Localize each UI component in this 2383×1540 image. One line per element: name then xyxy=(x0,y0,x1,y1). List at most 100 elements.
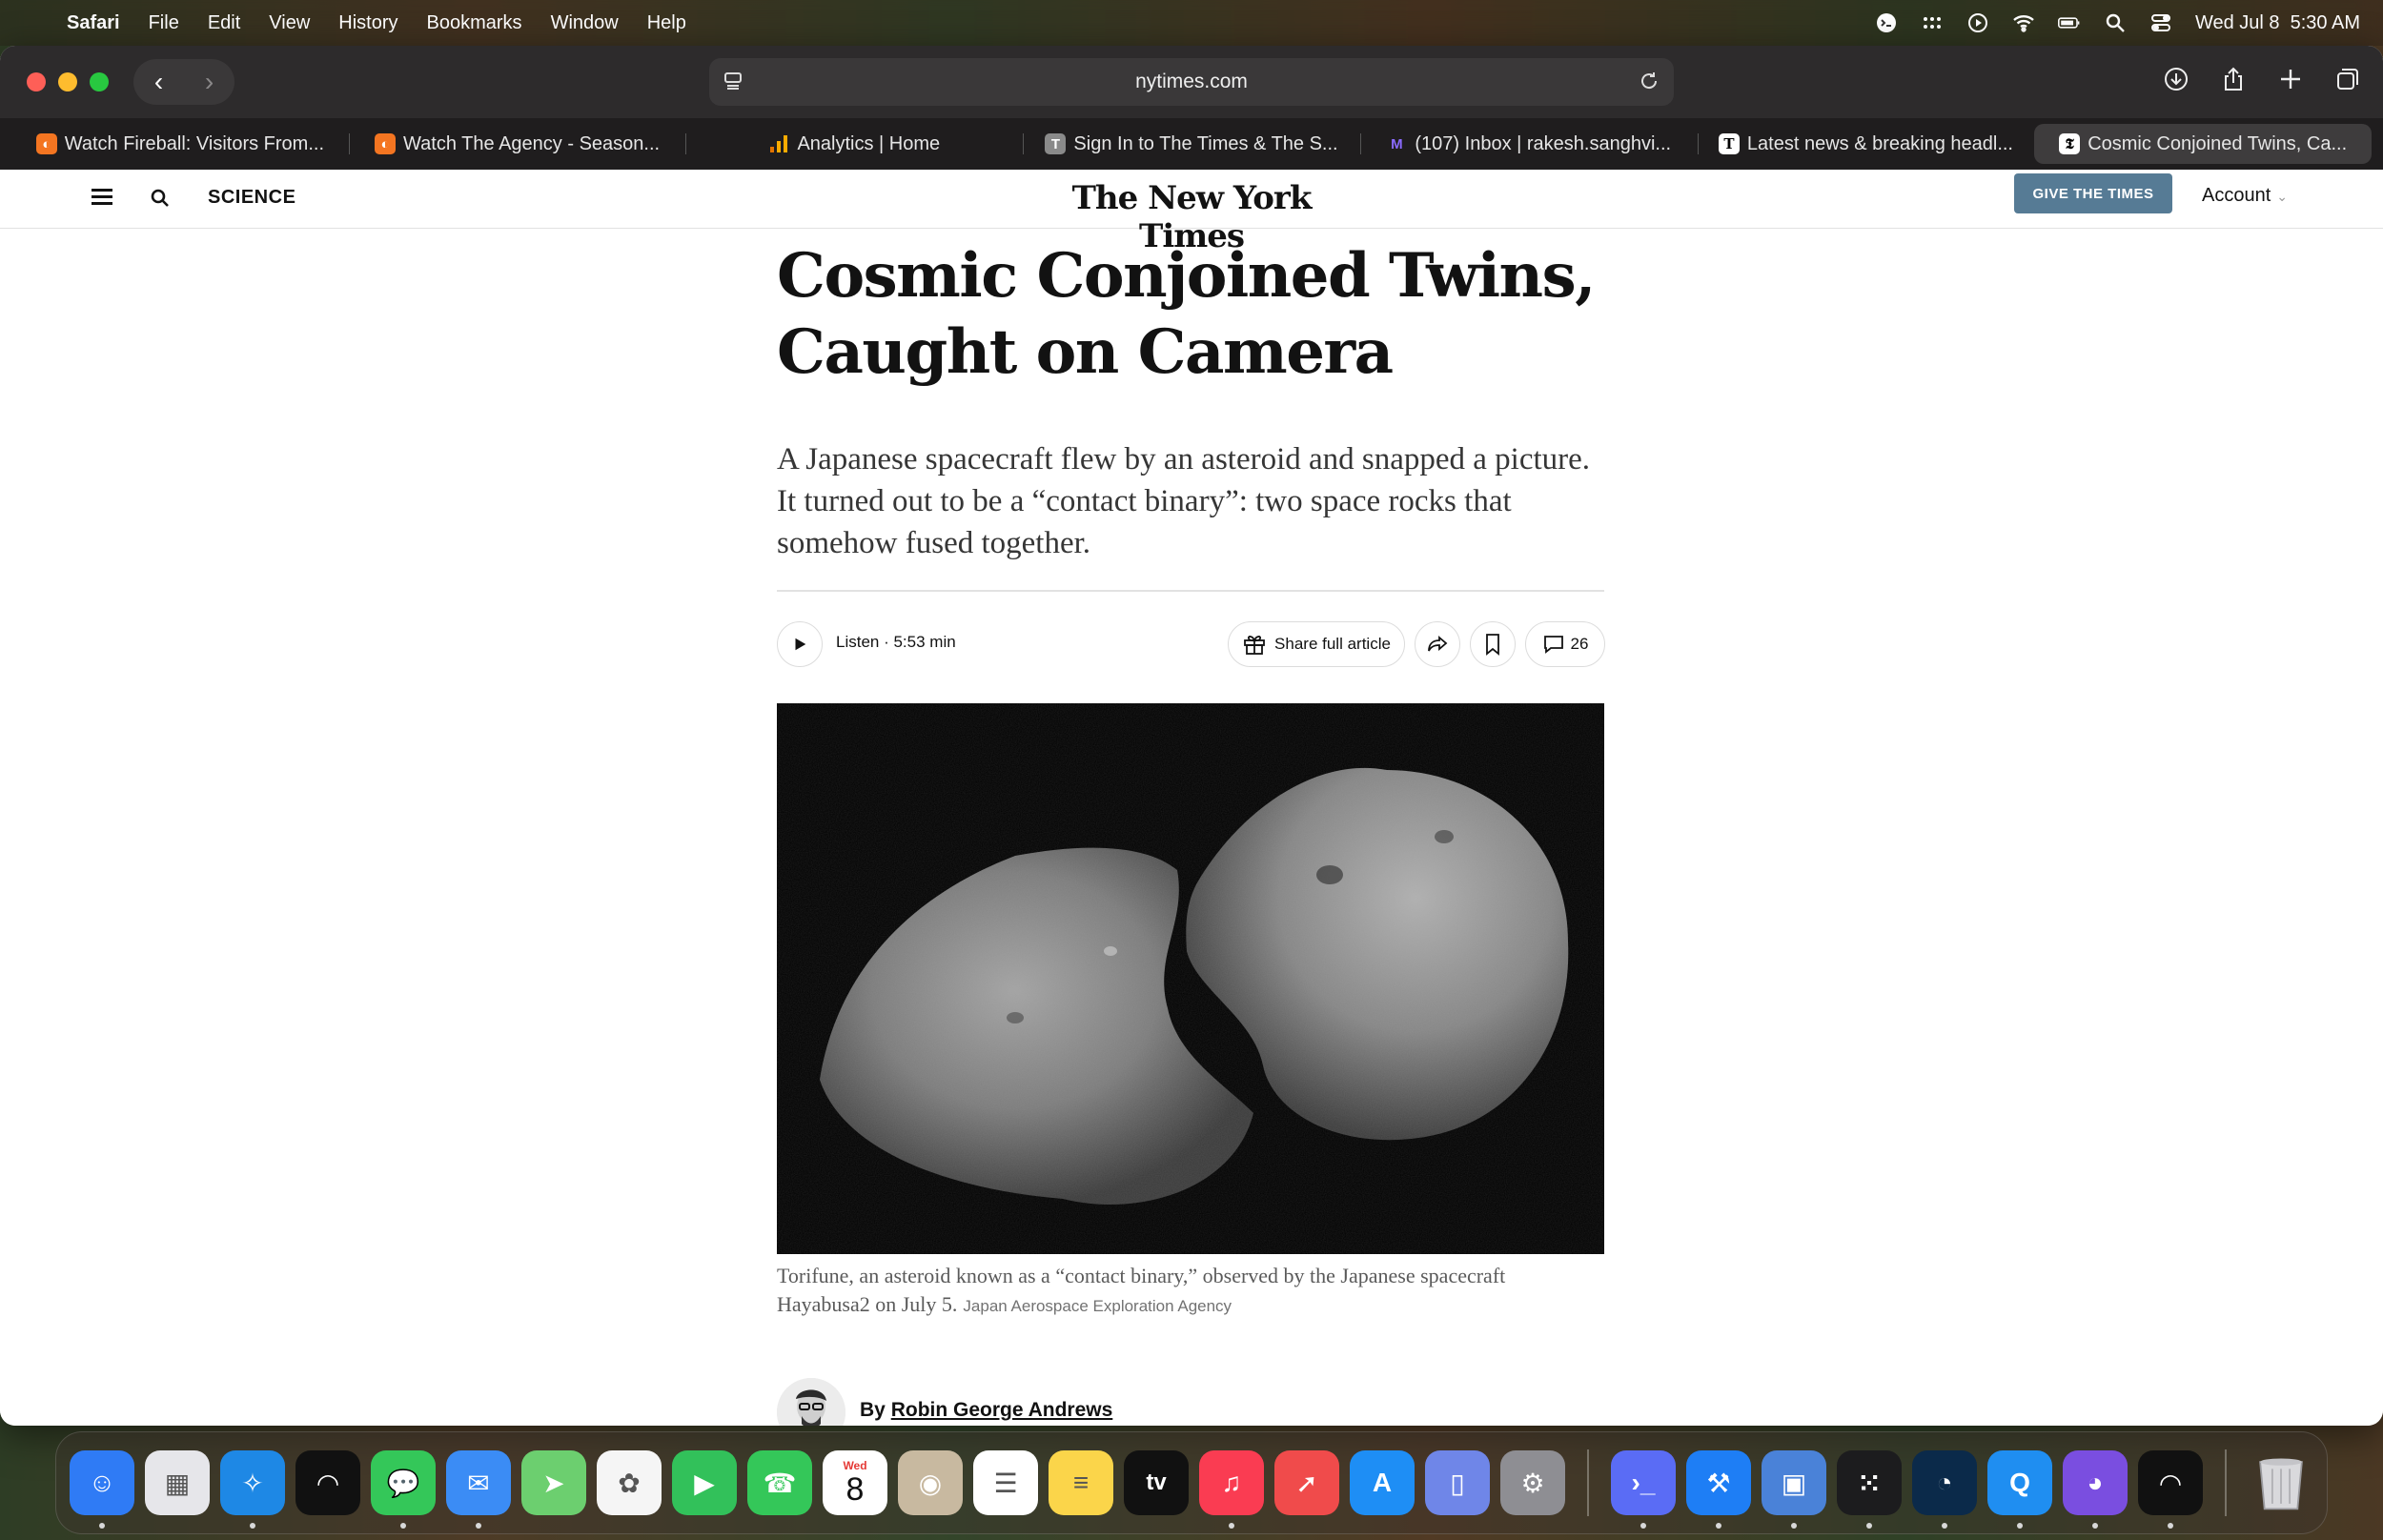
author-avatar[interactable] xyxy=(777,1378,845,1426)
calendar-day: 8 xyxy=(845,1471,865,1508)
byline: By Robin George Andrews xyxy=(860,1399,1112,1422)
photos-icon[interactable]: ✿ xyxy=(597,1450,662,1515)
reminders-icon[interactable]: ☰ xyxy=(973,1450,1038,1515)
hamburger-menu-icon[interactable] xyxy=(92,189,112,206)
close-window-button[interactable] xyxy=(27,72,46,91)
tab-proton-inbox[interactable]: M (107) Inbox | rakesh.sanghvi... xyxy=(1359,124,1698,164)
nyt-header: SCIENCE The New York Times GIVE THE TIME… xyxy=(0,170,2383,255)
menu-help[interactable]: Help xyxy=(647,12,686,34)
save-bookmark-button[interactable] xyxy=(1470,621,1516,667)
phone-icon[interactable]: ☎ xyxy=(747,1450,812,1515)
tab-times-signin[interactable]: T Sign In to The Times & The S... xyxy=(1023,124,1360,164)
facetime-icon[interactable]: ▶ xyxy=(672,1450,737,1515)
mail-icon[interactable]: ✉ xyxy=(446,1450,511,1529)
menu-app-name[interactable]: Safari xyxy=(67,12,120,34)
simulator-icon[interactable]: ▯ xyxy=(1425,1450,1490,1515)
menu-file[interactable]: File xyxy=(149,12,179,34)
messages-icon[interactable]: 💬 xyxy=(371,1450,436,1529)
launchpad-icon[interactable]: ▦ xyxy=(145,1450,210,1515)
listen-play-button[interactable] xyxy=(777,621,823,667)
tab-fireball[interactable]: ◐ Watch Fireball: Visitors From... xyxy=(11,124,349,164)
system-settings-icon[interactable]: ⚙ xyxy=(1500,1450,1565,1515)
minimize-window-button[interactable] xyxy=(58,72,77,91)
account-label: Account xyxy=(2202,185,2271,206)
safari-icon[interactable]: ✧ xyxy=(220,1450,285,1529)
page-menu-icon[interactable] xyxy=(723,71,743,91)
rocket-icon[interactable]: ➚ xyxy=(1274,1450,1339,1515)
maps-icon[interactable]: ➤ xyxy=(521,1450,586,1515)
menu-view[interactable]: View xyxy=(269,12,310,34)
control-center-icon[interactable] xyxy=(2149,11,2172,34)
back-icon[interactable]: ‹ xyxy=(154,67,163,97)
qspace-icon[interactable]: Q xyxy=(1987,1450,2052,1529)
give-the-times-button[interactable]: GIVE THE TIMES xyxy=(2014,173,2172,213)
app-store-icon[interactable]: A xyxy=(1350,1450,1415,1515)
downloads-icon[interactable] xyxy=(2162,65,2190,93)
spotlight-search-icon[interactable] xyxy=(2104,11,2127,34)
proton-mail-icon: M xyxy=(1391,135,1403,152)
author-portrait-image xyxy=(777,1378,845,1426)
zoom-window-button[interactable] xyxy=(90,72,109,91)
tab-cosmic-twins[interactable]: 𝕿 Cosmic Conjoined Twins, Ca... xyxy=(2034,124,2373,164)
share-arrow-icon xyxy=(1428,636,1448,652)
tab-latest-news[interactable]: T Latest news & breaking headl... xyxy=(1697,124,2035,164)
account-menu[interactable]: Account ⌄ xyxy=(2202,185,2288,207)
notes-icon[interactable]: ≡ xyxy=(1049,1450,1113,1515)
speedometer-icon[interactable]: ◔ xyxy=(1912,1450,1977,1529)
analytics-icon xyxy=(768,133,789,154)
headline-line-2: Caught on Camera xyxy=(777,316,1394,388)
tab-bar: ◐ Watch Fireball: Visitors From... ◐ Wat… xyxy=(0,118,2383,170)
share-full-article-button[interactable]: Share full article xyxy=(1228,621,1405,667)
share-button[interactable] xyxy=(1415,621,1460,667)
menu-window[interactable]: Window xyxy=(551,12,619,34)
window-controls xyxy=(27,72,109,91)
trash-icon[interactable] xyxy=(2249,1450,2313,1515)
calendar-icon[interactable]: Wed 8 xyxy=(823,1450,887,1515)
photo-credit: Japan Aerospace Exploration Agency xyxy=(963,1297,1232,1315)
tab-title: Cosmic Conjoined Twins, Ca... xyxy=(2088,132,2348,154)
times-t-icon: T xyxy=(1045,133,1067,154)
contacts-icon[interactable]: ◉ xyxy=(898,1450,963,1515)
tab-title: Watch Fireball: Visitors From... xyxy=(64,132,324,154)
section-link[interactable]: SCIENCE xyxy=(208,187,295,209)
tab-title: Sign In to The Times & The S... xyxy=(1073,132,1338,154)
photo-caption: Torifune, an asteroid known as a “contac… xyxy=(777,1262,1597,1321)
share-icon[interactable] xyxy=(2219,65,2248,93)
app-wave-2-icon[interactable]: ◠ xyxy=(2138,1450,2203,1529)
search-icon[interactable] xyxy=(149,187,172,210)
listen-label[interactable]: Listen · 5:53 min xyxy=(836,633,956,652)
tab-agency[interactable]: ◐ Watch The Agency - Season... xyxy=(348,124,686,164)
reload-icon[interactable] xyxy=(1638,70,1660,92)
contact-binary-asteroid-image xyxy=(777,703,1604,1254)
address-bar[interactable]: nytimes.com xyxy=(709,58,1674,106)
crunchyroll-icon: ◐ xyxy=(375,133,397,154)
terminal-status-icon[interactable] xyxy=(1875,11,1898,34)
finder-icon[interactable]: ☺ xyxy=(70,1450,134,1529)
music-icon[interactable]: ♫ xyxy=(1199,1450,1264,1529)
play-status-icon[interactable] xyxy=(1966,11,1989,34)
tab-overview-icon[interactable] xyxy=(2333,65,2362,93)
menu-clock[interactable]: Wed Jul 8 5:30 AM xyxy=(2195,12,2360,34)
terminal-chat-icon[interactable]: ›_ xyxy=(1611,1450,1676,1529)
article-summary: A Japanese spacecraft flew by an asteroi… xyxy=(777,442,1591,560)
new-tab-icon[interactable] xyxy=(2276,65,2305,93)
app-wave-icon[interactable]: ◠ xyxy=(295,1450,360,1515)
forward-icon[interactable]: › xyxy=(205,67,214,97)
comments-button[interactable]: 26 xyxy=(1525,621,1605,667)
wifi-icon[interactable] xyxy=(2012,11,2035,34)
menu-bookmarks[interactable]: Bookmarks xyxy=(427,12,522,34)
database-icon[interactable]: ▣ xyxy=(1762,1450,1826,1529)
grid-app-icon[interactable]: ⁙ xyxy=(1837,1450,1902,1529)
menu-edit[interactable]: Edit xyxy=(208,12,240,34)
dock-separator xyxy=(1587,1449,1589,1516)
apple-tv-icon[interactable]: tv xyxy=(1124,1450,1189,1515)
xcode-icon[interactable]: ⚒ xyxy=(1686,1450,1751,1529)
github-icon[interactable]: ◕ xyxy=(2063,1450,2128,1529)
tab-analytics[interactable]: Analytics | Home xyxy=(685,124,1023,164)
gift-icon xyxy=(1244,636,1265,655)
battery-icon[interactable] xyxy=(2057,11,2081,34)
author-link[interactable]: Robin George Andrews xyxy=(891,1399,1113,1421)
menu-history[interactable]: History xyxy=(338,12,397,34)
browser-toolbar: ‹ › nytimes.com xyxy=(0,46,2383,118)
grid-status-icon[interactable] xyxy=(1921,11,1944,34)
